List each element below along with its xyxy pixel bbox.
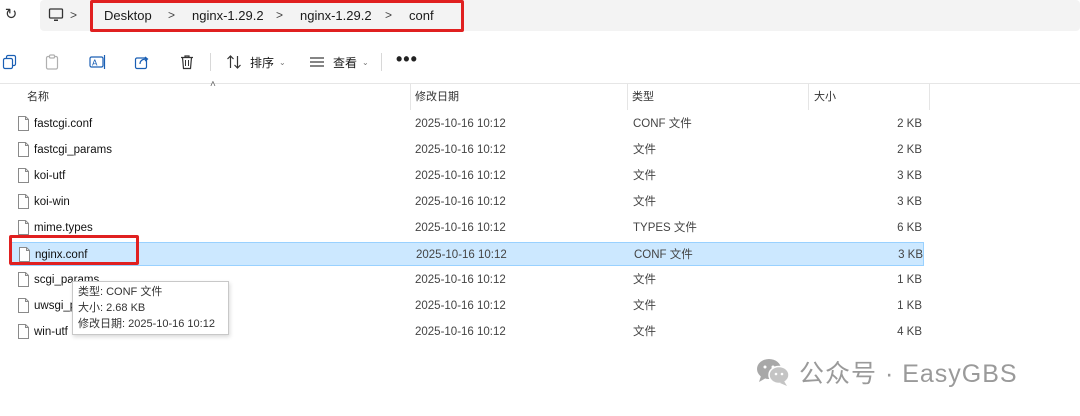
file-date: 2025-10-16 10:12 [415,326,506,338]
file-size: 6 KB [897,222,922,234]
column-divider[interactable] [929,84,930,110]
rename-icon: A [89,55,106,69]
computer-icon [48,8,64,21]
share-icon [134,56,149,70]
breadcrumb-highlight-box [90,0,464,32]
column-header-type[interactable]: 类型 [632,88,654,106]
more-options-button[interactable]: ••• [396,50,418,68]
file-size: 3 KB [897,170,922,182]
file-date: 2025-10-16 10:12 [415,222,506,234]
file-type: 文件 [633,300,656,312]
file-size: 1 KB [897,274,922,286]
file-date: 2025-10-16 10:12 [416,249,507,261]
file-tooltip: 类型: CONF 文件 大小: 2.68 KB 修改日期: 2025-10-16… [72,281,229,335]
file-highlight-box [9,235,139,265]
column-divider[interactable] [627,84,628,110]
file-size: 3 KB [898,249,923,261]
file-name: win-utf [34,326,68,338]
file-size: 1 KB [897,300,922,312]
view-icon [310,57,324,67]
column-header-size[interactable]: 大小 [814,88,836,106]
refresh-icon[interactable]: ↻ [2,6,20,24]
file-type: 文件 [633,274,656,286]
file-size: 2 KB [897,118,922,130]
file-icon [18,194,29,209]
toolbar-divider [381,53,382,71]
table-row[interactable]: koi-utf 2025-10-16 10:12 文件 3 KB [10,164,924,188]
tooltip-type: 类型: CONF 文件 [78,286,163,298]
sort-label: 排序 [250,55,275,70]
file-date: 2025-10-16 10:12 [415,144,506,156]
rename-button[interactable]: A [89,52,107,72]
file-date: 2025-10-16 10:12 [415,196,506,208]
chevron-down-icon: ⌄ [279,57,286,67]
file-size: 3 KB [897,196,922,208]
file-icon [18,168,29,183]
file-date: 2025-10-16 10:12 [415,170,506,182]
watermark-text: 公众号 · EasyGBS [799,360,1018,388]
breadcrumb-separator: > [70,8,78,22]
share-button[interactable] [134,52,150,72]
delete-button[interactable] [179,52,195,72]
file-name: koi-win [34,196,70,208]
delete-icon [181,55,193,70]
file-type: 文件 [633,196,656,208]
watermark: 公众号 · EasyGBS [755,354,1018,390]
file-icon [18,272,29,287]
file-date: 2025-10-16 10:12 [415,118,506,130]
tooltip-date: 修改日期: 2025-10-16 10:12 [78,318,215,330]
file-type: 文件 [633,170,656,182]
file-date: 2025-10-16 10:12 [415,300,506,312]
file-icon [18,220,29,235]
file-type: 文件 [633,326,656,338]
file-size: 2 KB [897,144,922,156]
table-row[interactable]: koi-win 2025-10-16 10:12 文件 3 KB [10,190,924,214]
file-icon [18,116,29,131]
column-divider[interactable] [410,84,411,110]
table-row[interactable]: fastcgi_params 2025-10-16 10:12 文件 2 KB [10,138,924,162]
file-type: CONF 文件 [634,249,693,261]
paste-button[interactable] [44,52,60,72]
file-type: 文件 [633,144,656,156]
file-date: 2025-10-16 10:12 [415,274,506,286]
table-row[interactable]: fastcgi.conf 2025-10-16 10:12 CONF 文件 2 KB [10,112,924,136]
table-row-selected[interactable]: nginx.conf 2025-10-16 10:12 CONF 文件 3 KB [10,242,924,266]
file-name: fastcgi_params [34,144,112,156]
column-divider[interactable] [808,84,809,110]
sort-icon [227,55,241,69]
file-type: TYPES 文件 [633,222,697,234]
column-header-name[interactable]: 名称 [27,88,49,106]
tooltip-size: 大小: 2.68 KB [78,302,146,314]
view-label: 查看 [333,55,358,70]
file-icon [18,298,29,313]
address-bar-row: ↻ > Desktop > nginx-1.29.2 > nginx-1.29.… [0,0,1080,34]
copy-icon [2,54,17,70]
file-name: fastcgi.conf [34,118,93,130]
toolbar-divider [210,53,211,71]
file-type: CONF 文件 [633,118,692,130]
table-row[interactable]: mime.types 2025-10-16 10:12 TYPES 文件 6 KB [10,216,924,240]
svg-text:A: A [92,59,98,68]
file-icon [18,142,29,157]
sort-up-icon: ˄ [210,79,216,90]
chevron-down-icon: ⌄ [362,57,369,67]
wechat-icon [757,359,790,386]
sort-button[interactable]: 排序 ⌄ [226,52,286,72]
command-toolbar: A 排序 ⌄ 查看 ⌄ ••• [0,40,1080,84]
file-icon [18,324,29,339]
file-name: koi-utf [34,170,66,182]
view-button[interactable]: 查看 ⌄ [309,52,369,72]
file-size: 4 KB [897,326,922,338]
paste-icon [45,54,59,70]
column-header-date[interactable]: 修改日期 [415,88,459,106]
copy-button[interactable] [2,52,18,72]
